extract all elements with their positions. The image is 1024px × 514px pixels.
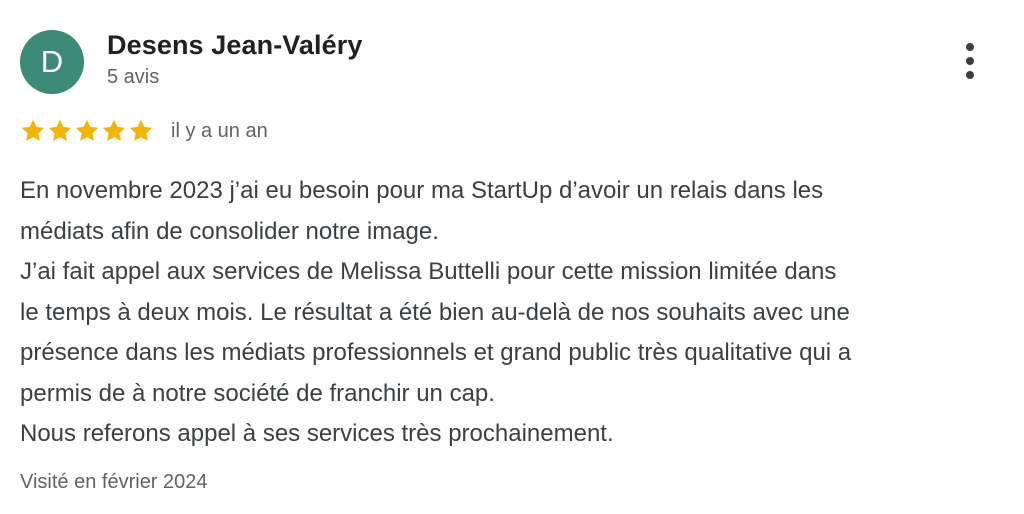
review-text-line: En novembre 2023 j’ai eu besoin pour ma … (20, 177, 824, 204)
author-name[interactable]: Desens Jean-Valéry (107, 30, 362, 61)
review-date: il y a un an (171, 119, 268, 142)
review-text-line: Nous referons appel à ses services très … (20, 420, 614, 447)
review-text-line: présence dans les médiats professionnels… (20, 339, 852, 366)
more-options-button[interactable] (952, 38, 988, 84)
review-card: D Desens Jean-Valéry 5 avis il y a un an… (0, 0, 1024, 514)
visit-date: Visité en février 2024 (20, 471, 208, 493)
star-icon (75, 119, 99, 141)
review-text-line: médiats afin de consolider notre image. (20, 217, 439, 245)
avatar[interactable]: D (20, 30, 84, 94)
review-text-line: le temps à deux mois. Le résultat a été … (20, 298, 850, 326)
review-text: En novembre 2023 j’ai eu besoin pour ma … (20, 171, 1010, 455)
rating-row: il y a un an (20, 118, 268, 144)
avatar-initial: D (40, 44, 64, 79)
more-vert-icon (966, 43, 974, 79)
review-text-line: J’ai fait appel aux services de Melissa … (20, 258, 837, 285)
review-count: 5 avis (107, 66, 160, 88)
star-icon (48, 119, 72, 141)
star-icon (21, 119, 45, 141)
star-rating (20, 118, 155, 144)
star-icon (129, 119, 153, 141)
review-text-line: permis de à notre société de franchir un… (20, 379, 495, 407)
star-icon (102, 119, 126, 141)
